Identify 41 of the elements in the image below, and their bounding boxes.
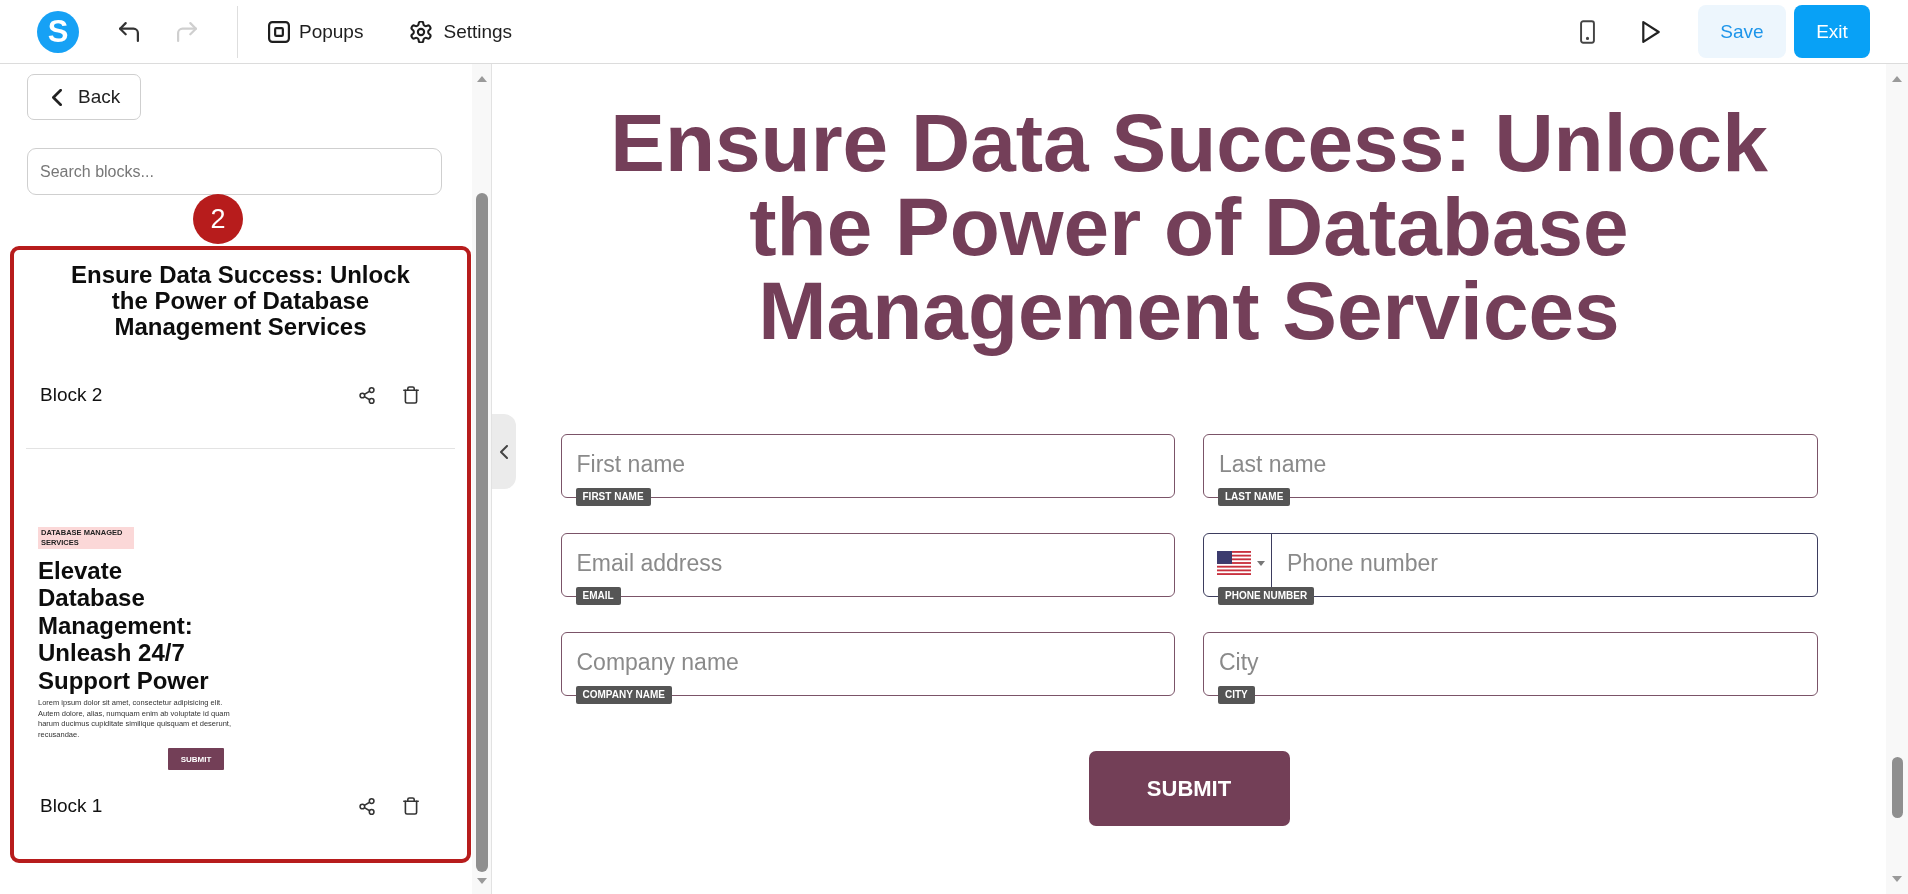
- field-label: CITY: [1218, 686, 1255, 704]
- scrollbar-thumb[interactable]: [475, 193, 488, 872]
- scroll-up-arrow-icon[interactable]: [476, 76, 487, 82]
- collapse-panel-button[interactable]: [492, 414, 516, 489]
- mobile-phone-icon: [1580, 19, 1595, 44]
- step-number-badge: 2: [193, 194, 243, 244]
- caret-down-icon: [1257, 560, 1265, 566]
- preview-heading: Elevate Database Management: Unleash 24/7 Support Power: [38, 557, 210, 695]
- redo-icon: [177, 21, 197, 42]
- block-name[interactable]: Block 1: [40, 795, 103, 818]
- chevron-left-icon: [52, 88, 62, 106]
- undo-icon: [119, 21, 139, 42]
- trash-icon: [403, 797, 419, 816]
- field-label: PHONE NUMBER: [1218, 587, 1315, 605]
- scrollbar-thumb[interactable]: [1891, 757, 1903, 818]
- play-icon: [1642, 20, 1660, 43]
- country-selector[interactable]: [1217, 550, 1265, 576]
- share-icon: [359, 797, 375, 815]
- field-label: FIRST NAME: [575, 488, 651, 506]
- popups-button[interactable]: Popups: [268, 20, 364, 43]
- nested-square-icon: [268, 20, 290, 43]
- block-name[interactable]: Block 2: [40, 384, 103, 406]
- field-label: COMPANY NAME: [575, 686, 672, 704]
- scroll-up-arrow-icon[interactable]: [1892, 76, 1902, 82]
- logo: S: [37, 10, 79, 53]
- share-icon: [359, 386, 375, 404]
- submit-button[interactable]: SUBMIT: [1088, 751, 1290, 826]
- phone-number-input[interactable]: Phone number: [1272, 545, 1817, 585]
- field-label: LAST NAME: [1218, 488, 1291, 506]
- preview-submit-chip: SUBMIT: [168, 748, 224, 771]
- scroll-down-arrow-icon[interactable]: [1892, 876, 1902, 882]
- search-field[interactable]: Search blocks...: [27, 148, 442, 195]
- scroll-down-arrow-icon[interactable]: [476, 878, 487, 884]
- trash-icon: [403, 386, 419, 404]
- flag-icon: [1217, 551, 1251, 575]
- settings-button[interactable]: Settings: [410, 20, 513, 43]
- settings-icon: [410, 20, 433, 43]
- preview-heading: Ensure Data Success: Unlock the Power of Database Management Services: [70, 262, 411, 340]
- chevron-left-icon: [500, 444, 508, 459]
- back-button[interactable]: Back: [27, 74, 141, 120]
- field-label: EMAIL: [575, 587, 621, 605]
